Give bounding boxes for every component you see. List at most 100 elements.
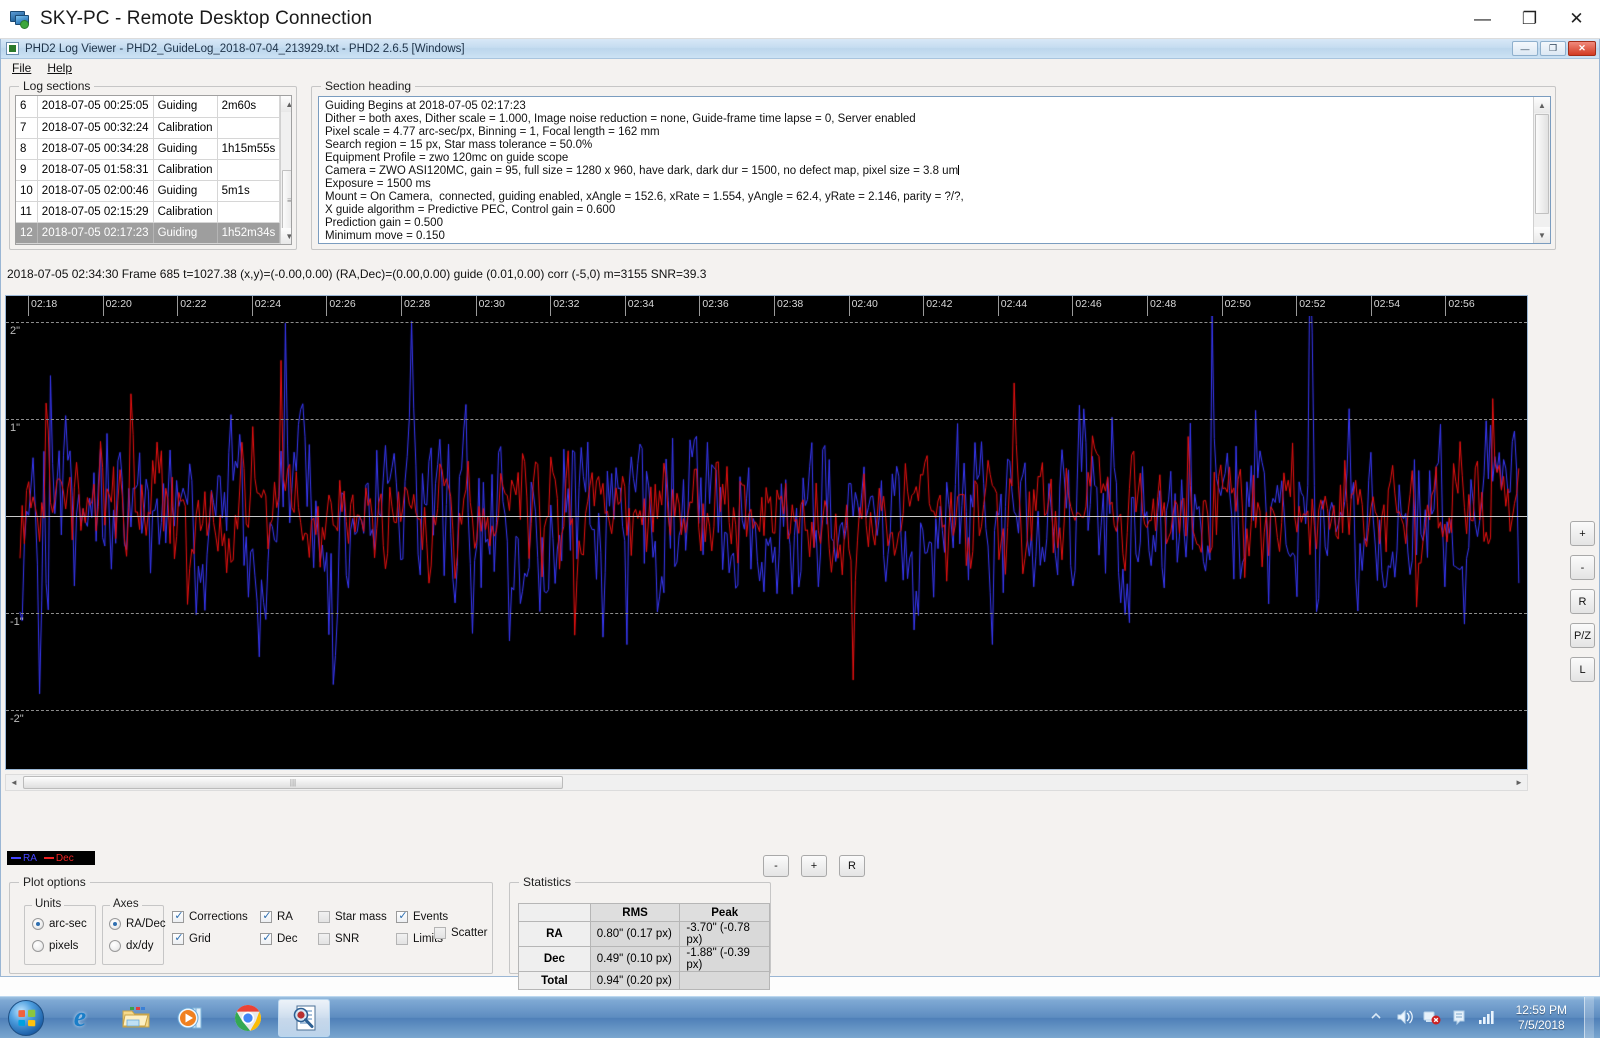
cell: Calibration [153, 159, 218, 181]
table-row[interactable]: 11 2018-07-05 02:15:29 Calibration [16, 201, 281, 223]
axis-tick: 02:56 [1445, 296, 1475, 316]
graph-horizontal-scrollbar[interactable]: ◄ ||| ► [5, 774, 1528, 791]
action-center-icon[interactable] [1450, 1009, 1468, 1027]
cell: 2018-07-05 00:25:05 [37, 96, 154, 118]
show-hidden-icons-icon[interactable] [1369, 1009, 1387, 1027]
radio-arc-sec[interactable]: arc-sec [32, 918, 87, 930]
checkbox-dec[interactable]: Dec [260, 931, 318, 945]
scroll-down-icon[interactable]: ▼ [1534, 227, 1550, 243]
taskbar-windows-media-player[interactable] [166, 999, 218, 1037]
hscrollbar-thumb[interactable]: ||| [23, 776, 563, 789]
table-row[interactable]: 8 2018-07-05 00:34:28 Guiding 1h15m55s [16, 138, 281, 160]
rdp-close-button[interactable]: ✕ [1553, 0, 1600, 38]
radio-icon [109, 918, 121, 930]
start-button[interactable] [2, 998, 50, 1038]
section-heading-textarea[interactable]: Guiding Begins at 2018-07-05 02:17:23 Dit… [318, 96, 1551, 244]
log-sections-scrollbar[interactable]: ▲ ≡ ▼ [280, 96, 291, 244]
table-row[interactable]: 12 2018-07-05 02:17:23 Guiding 1h52m34s [16, 222, 281, 244]
checkbox-label: Grid [189, 933, 211, 945]
axis-tick: 02:44 [997, 296, 1027, 316]
guiding-graph[interactable]: 02:18 02:20 02:22 02:24 02:26 02:28 02:30 02:32… [5, 295, 1528, 770]
scroll-right-icon[interactable]: ► [1511, 775, 1527, 790]
taskbar-file-explorer[interactable] [110, 999, 162, 1037]
graph-legend: RA Dec [7, 851, 95, 865]
volume-icon[interactable] [1396, 1009, 1414, 1027]
cell: 2018-07-05 00:32:24 [37, 117, 154, 139]
checkbox-grid[interactable]: Grid [172, 931, 260, 945]
log-viewer-icon [293, 1005, 316, 1030]
scroll-up-icon[interactable]: ▲ [1534, 97, 1550, 113]
legend-swatch-ra [11, 857, 21, 859]
checkbox-events[interactable]: Events [396, 909, 468, 923]
graph-gridline [6, 419, 1527, 420]
graph-scale-reset-button[interactable]: R [839, 855, 865, 877]
radio-ra-dec[interactable]: RA/Dec [109, 918, 166, 930]
statistics-rms-value: 0.94" (0.20 px) [589, 971, 681, 990]
units-group: Units arc-sec pixels [24, 898, 96, 965]
scroll-up-icon[interactable]: ▲ [281, 96, 291, 112]
checkbox-snr[interactable]: SNR [318, 933, 396, 945]
checkbox-icon [260, 931, 273, 945]
scrollbar-thumb[interactable] [1535, 114, 1549, 214]
checkbox-scatter[interactable]: Scatter [434, 927, 487, 939]
log-sections-list[interactable]: 6 2018-07-05 00:25:05 Guiding 2m60s 7 2018-07… [15, 95, 292, 245]
log-sections-group: Log sections 6 2018-07-05 00:25:05 Guiding… [9, 79, 297, 250]
graph-button-plus[interactable]: + [1570, 521, 1595, 546]
heading-line: Camera = ZWO ASI120MC, gain = 95, full s… [325, 165, 960, 177]
menu-help[interactable]: Help [43, 60, 80, 77]
table-row[interactable]: 9 2018-07-05 01:58:31 Calibration [16, 159, 281, 181]
checkbox-icon [396, 933, 408, 945]
cell: 6 [16, 96, 38, 118]
graph-scale-minus-button[interactable]: - [763, 855, 789, 877]
phd2-close-button[interactable]: ✕ [1568, 41, 1596, 56]
rdp-title: SKY-PC - Remote Desktop Connection [40, 8, 373, 29]
cell: Calibration [153, 201, 218, 223]
checkbox-ra[interactable]: RA [260, 909, 318, 923]
cell: 2m60s [217, 96, 281, 118]
statistics-column-header: RMS [589, 903, 681, 922]
radio-dx-dy[interactable]: dx/dy [109, 940, 166, 952]
taskbar-clock[interactable]: 12:59 PM 7/5/2018 [1508, 1003, 1575, 1033]
taskbar-phd2-log-viewer[interactable] [278, 998, 330, 1037]
graph-button-l[interactable]: L [1570, 657, 1595, 682]
statistics-column-header [518, 903, 591, 922]
phd2-minimize-button[interactable]: — [1512, 41, 1538, 56]
checkbox-star-mass[interactable]: Star mass [318, 911, 396, 923]
rdp-minimize-button[interactable]: — [1459, 0, 1506, 38]
taskbar-google-chrome[interactable] [222, 999, 274, 1037]
table-row[interactable]: 10 2018-07-05 02:00:46 Guiding 5m1s [16, 180, 281, 202]
remote-desktop-window: SKY-PC - Remote Desktop Connection — ❐ ✕… [0, 0, 1600, 1039]
network-error-icon[interactable] [1423, 1009, 1441, 1027]
graph-scale-plus-button[interactable]: + [801, 855, 827, 877]
graph-button-pminusz[interactable]: P/Z [1570, 623, 1595, 648]
graph-button-r[interactable]: R [1570, 589, 1595, 614]
radio-pixels[interactable]: pixels [32, 940, 87, 952]
rdp-restore-button[interactable]: ❐ [1506, 0, 1553, 38]
graph-button-minus[interactable]: - [1570, 555, 1595, 580]
taskbar-internet-explorer[interactable]: e [54, 999, 106, 1037]
menu-file[interactable]: File [8, 60, 39, 77]
checkbox-icon [318, 911, 330, 923]
chrome-icon [235, 1004, 261, 1031]
statistics-header-row: RMS Peak [518, 903, 770, 922]
cell: 11 [16, 201, 38, 223]
scrollbar-thumb[interactable]: ≡ [282, 170, 291, 230]
phd2-restore-button[interactable]: ❐ [1540, 41, 1566, 56]
section-heading-title: Section heading [321, 79, 416, 93]
section-heading-scrollbar[interactable]: ▲ ▼ [1533, 97, 1550, 243]
axes-title: Axes [110, 898, 142, 910]
graph-scale-buttons: - + R [763, 855, 865, 877]
radio-label: dx/dy [126, 940, 154, 952]
table-row[interactable]: 6 2018-07-05 00:25:05 Guiding 2m60s [16, 96, 281, 118]
signal-strength-icon[interactable] [1477, 1009, 1495, 1027]
show-desktop-button[interactable] [1584, 996, 1594, 1039]
scroll-left-icon[interactable]: ◄ [6, 775, 22, 790]
scroll-down-icon[interactable]: ▼ [281, 228, 291, 244]
checkbox-corrections[interactable]: Corrections [172, 909, 260, 923]
cell: 1h15m55s [217, 138, 281, 160]
axes-group: Axes RA/Dec dx/dy [102, 898, 166, 965]
statistics-peak-value: -1.88" (-0.39 px) [679, 946, 770, 972]
table-row[interactable]: 7 2018-07-05 00:32:24 Calibration [16, 117, 281, 139]
graph-plot-area[interactable]: 2" 1" -1" -2" [6, 316, 1527, 769]
cell: 5m1s [217, 180, 281, 202]
